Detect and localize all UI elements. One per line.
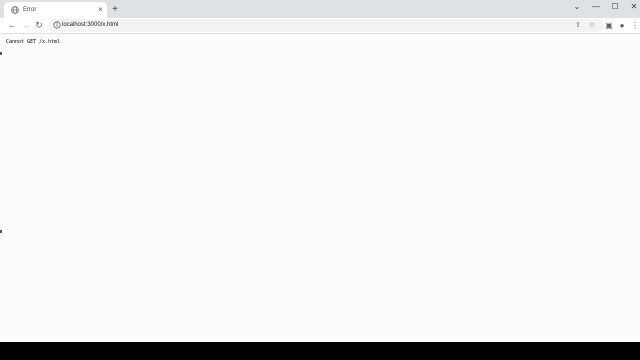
new-tab-icon[interactable]: +	[110, 4, 120, 16]
forward-icon[interactable]: →	[20, 19, 32, 32]
back-icon[interactable]: ←	[6, 19, 18, 32]
profile-avatar-icon[interactable]: ●	[616, 19, 628, 32]
browser-toolbar: ← → ↻ localhost:3000/x.html ⇪ ☆ ▣ ● ⋮	[0, 18, 640, 34]
side-panel-icon[interactable]: ▣	[603, 19, 615, 32]
menu-icon[interactable]: ⋮	[629, 19, 640, 32]
address-bar[interactable]: localhost:3000/x.html ⇪ ☆	[48, 19, 603, 32]
edge-marker	[0, 230, 2, 233]
edge-marker	[0, 52, 2, 55]
page-content: Cannot GET /x.html	[0, 35, 640, 342]
reload-icon[interactable]: ↻	[33, 19, 45, 32]
site-info-icon[interactable]	[53, 21, 61, 29]
tab-close-icon[interactable]: ×	[96, 5, 105, 15]
browser-window: Error × + ⌄ — ☐ ✕ ← → ↻ localhost:3000/x…	[0, 0, 640, 342]
share-icon[interactable]: ⇪	[573, 20, 583, 31]
tab-title: Error	[23, 7, 37, 13]
tab-search-icon[interactable]: ⌄	[570, 1, 584, 13]
url-text[interactable]: localhost:3000/x.html	[62, 20, 118, 31]
bookmark-star-icon[interactable]: ☆	[587, 20, 597, 31]
close-window-icon[interactable]: ✕	[627, 1, 640, 13]
error-message: Cannot GET /x.html	[6, 39, 61, 45]
maximize-icon[interactable]: ☐	[608, 1, 622, 13]
tab-strip: Error × + ⌄ — ☐ ✕	[0, 0, 640, 18]
globe-icon	[11, 6, 19, 14]
minimize-icon[interactable]: —	[589, 1, 603, 13]
tab-error[interactable]: Error ×	[4, 2, 107, 18]
